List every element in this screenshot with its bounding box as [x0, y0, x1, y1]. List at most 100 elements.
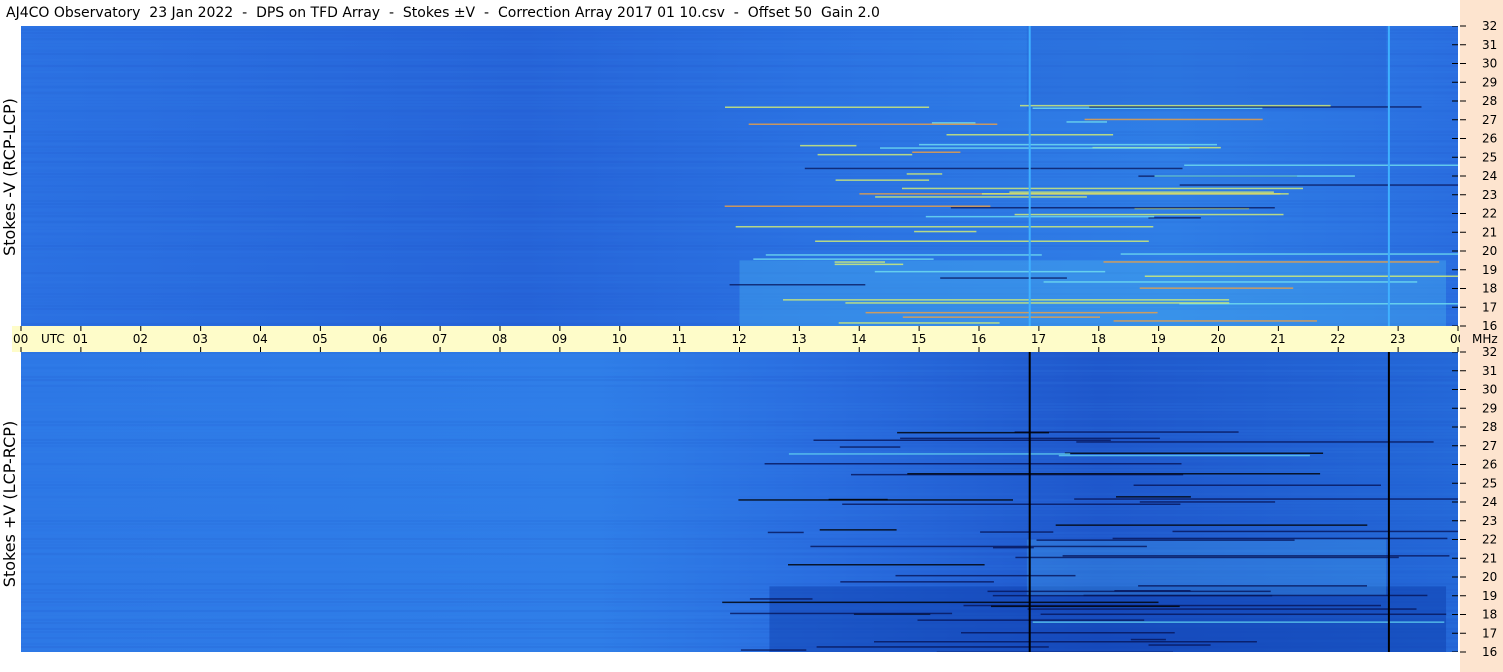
activity-region — [1026, 539, 1387, 596]
burst-streak — [912, 151, 961, 153]
heatmap-band — [21, 167, 1458, 169]
freq-tick-label: 31 — [1482, 364, 1497, 378]
heatmap-band — [21, 418, 1458, 420]
burst-streak — [828, 498, 888, 501]
time-tick-label: 13 — [791, 332, 806, 346]
burst-streak — [1139, 287, 1294, 289]
burst-streak — [1020, 104, 1331, 107]
freq-tick-label: 24 — [1482, 495, 1497, 509]
vertical-line — [1028, 26, 1031, 326]
burst-streak — [834, 263, 904, 266]
freq-tick-label: 16 — [1482, 319, 1497, 333]
burst-streak — [788, 564, 985, 566]
heatmap-band — [21, 352, 1458, 354]
time-tick-label: 21 — [1270, 332, 1285, 346]
time-axis: 00 01 02 03 04 05 06 07 08 09 10 11 12 13 14 15 16 17 18 19… — [13, 326, 1460, 352]
time-tick-label: 02 — [133, 332, 148, 346]
heatmap-band — [21, 218, 1458, 220]
time-tick-label: 06 — [372, 332, 387, 346]
heatmap-band — [21, 161, 1458, 163]
time-tick-label: 05 — [312, 332, 327, 346]
heatmap-band — [21, 358, 1458, 360]
freq-tick-label: 26 — [1482, 458, 1497, 472]
heatmap-band — [21, 382, 1458, 384]
heatmap-band — [21, 155, 1458, 157]
heatmap-band — [21, 439, 1458, 441]
burst-streak — [1138, 585, 1367, 587]
freq-tick-label: 19 — [1482, 589, 1497, 603]
heatmap-band — [21, 125, 1458, 127]
burst-streak — [840, 581, 994, 583]
heatmap-band — [21, 245, 1458, 247]
heatmap-band — [21, 179, 1458, 181]
freq-tick-label: 19 — [1482, 263, 1497, 277]
heatmap-band — [21, 152, 1458, 154]
heatmap-band — [21, 505, 1458, 507]
heatmap-band — [21, 257, 1458, 259]
burst-streak — [1179, 184, 1458, 186]
heatmap-band — [21, 140, 1458, 142]
heatmap-band — [21, 128, 1458, 130]
burst-streak — [815, 240, 1149, 242]
freq-tick-label: 22 — [1482, 207, 1497, 221]
burst-streak — [813, 439, 1111, 441]
heatmap-band — [21, 355, 1458, 357]
heatmap-band — [21, 364, 1458, 366]
freq-tick-label: 32 — [1482, 19, 1497, 33]
burst-streak — [1032, 107, 1263, 109]
burst-streak — [749, 598, 813, 600]
heatmap-band — [21, 430, 1458, 432]
burst-streak — [839, 446, 901, 448]
burst-streak — [724, 205, 991, 207]
freq-tick-label: 24 — [1482, 169, 1497, 183]
freq-tick-label: 29 — [1482, 401, 1497, 415]
time-tick-label: 03 — [193, 332, 208, 346]
heatmap-band — [21, 412, 1458, 414]
freq-tick-label: 17 — [1482, 626, 1497, 640]
heatmap-band — [21, 466, 1458, 468]
burst-streak — [1116, 496, 1191, 498]
heatmap-band — [21, 490, 1458, 492]
burst-streak — [1113, 320, 1317, 322]
time-tick-label: 23 — [1390, 332, 1405, 346]
heatmap-band — [21, 224, 1458, 226]
heatmap-band — [21, 221, 1458, 223]
time-tick-label: 22 — [1330, 332, 1345, 346]
freq-tick-label: 21 — [1482, 225, 1497, 239]
burst-streak — [874, 641, 1257, 643]
freq-tick-label: 29 — [1482, 75, 1497, 89]
heatmap-band — [21, 448, 1458, 450]
freq-tick-label: 23 — [1482, 514, 1497, 528]
burst-streak — [865, 311, 1158, 314]
heatmap-band — [21, 239, 1458, 241]
burst-streak — [1084, 118, 1263, 121]
burst-streak — [1114, 590, 1191, 592]
time-tick-label: 00 — [1450, 332, 1460, 346]
heatmap-band — [21, 457, 1458, 459]
burst-streak — [1074, 498, 1458, 500]
heatmap-band — [21, 146, 1458, 148]
burst-streak — [1089, 106, 1422, 108]
burst-streak — [800, 144, 857, 147]
heatmap-band — [21, 394, 1458, 396]
time-tick-label: 17 — [1031, 332, 1046, 346]
burst-streak — [961, 632, 1175, 634]
heatmap-band — [21, 379, 1458, 381]
heatmap-band — [21, 517, 1458, 519]
freq-tick-label: 21 — [1482, 551, 1497, 565]
freq-tick-label: 22 — [1482, 533, 1497, 547]
heatmap-band — [21, 424, 1458, 426]
burst-streak — [1032, 621, 1445, 623]
heatmap-band — [21, 116, 1458, 118]
heatmap-band — [21, 511, 1458, 513]
heatmap-band — [21, 496, 1458, 498]
heatmap-band — [21, 415, 1458, 417]
heatmap-band — [21, 131, 1458, 133]
activity-region — [1026, 26, 1387, 111]
burst-streak — [950, 207, 1275, 209]
heatmap-band — [21, 143, 1458, 145]
burst-streak — [914, 230, 977, 233]
burst-streak — [981, 193, 1289, 195]
burst-streak — [1014, 213, 1284, 216]
burst-streak — [1043, 281, 1418, 283]
